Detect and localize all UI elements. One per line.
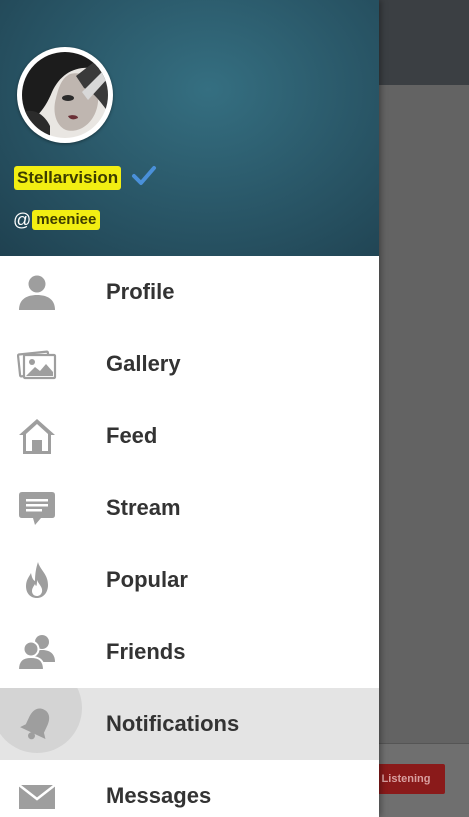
menu-item-gallery[interactable]: Gallery xyxy=(0,328,379,400)
chat-bubble-icon xyxy=(15,486,59,530)
menu-item-label: Notifications xyxy=(106,711,240,736)
home-icon xyxy=(15,414,59,458)
menu-item-label: Profile xyxy=(106,279,175,304)
handle-text: meeniee xyxy=(32,210,101,230)
menu-item-label: Stream xyxy=(106,495,181,520)
menu-item-label: Gallery xyxy=(106,351,181,376)
bell-icon xyxy=(15,702,59,746)
menu-item-label: Popular xyxy=(106,567,188,592)
drawer-header: Stellarvision @ meeniee xyxy=(0,0,379,256)
menu-item-popular[interactable]: Popular xyxy=(0,544,379,616)
menu-item-label: Feed xyxy=(106,423,158,448)
menu-item-notifications[interactable]: Notifications xyxy=(0,688,379,760)
screen: Listening Stellarvision @ meeniee Profil… xyxy=(0,0,469,817)
friends-icon xyxy=(15,630,59,674)
user-handle: @ meeniee xyxy=(13,207,101,233)
menu-item-label: Messages xyxy=(106,783,212,808)
person-icon xyxy=(15,270,59,314)
avatar-photo xyxy=(22,52,108,138)
avatar[interactable] xyxy=(17,47,113,143)
flame-icon xyxy=(15,558,59,602)
user-display-name: Stellarvision xyxy=(14,166,122,190)
verified-check-icon xyxy=(132,166,156,185)
handle-at-symbol: @ xyxy=(13,210,32,230)
menu-item-friends[interactable]: Friends xyxy=(0,616,379,688)
menu-item-stream[interactable]: Stream xyxy=(0,472,379,544)
drawer-menu: Profile Gallery Feed Stream Popular Frie… xyxy=(0,256,379,817)
menu-item-messages[interactable]: Messages xyxy=(0,760,379,817)
navigation-drawer: Stellarvision @ meeniee Profile Gallery … xyxy=(0,0,379,817)
gallery-icon xyxy=(15,342,59,386)
menu-item-label: Friends xyxy=(106,639,186,664)
menu-item-feed[interactable]: Feed xyxy=(0,400,379,472)
menu-item-profile[interactable]: Profile xyxy=(0,256,379,328)
envelope-icon xyxy=(15,774,59,817)
